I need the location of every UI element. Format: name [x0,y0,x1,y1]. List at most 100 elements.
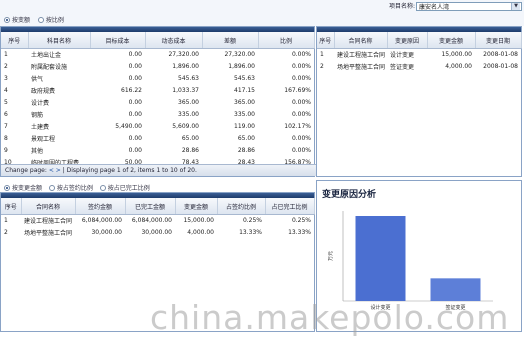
radio-by-done-ratio[interactable] [99,184,106,191]
table-cell: 15,000.00 [175,214,217,227]
table-cell: 土地出让金 [28,48,90,61]
table-cell: 2008-01-08 [475,60,521,73]
change_table-header-cell[interactable]: 序号 [317,32,335,49]
table-cell: 0.00% [258,108,314,121]
table-cell: 2 [1,60,28,73]
table-row[interactable]: 2 附属配套设施 0.00 1,896.00 1,896.00 0.00% [1,60,314,73]
radio-by-done-ratio-label: 按占已完工比例 [107,185,150,192]
table-cell: 供气 [28,72,90,85]
contract_table-header-cell[interactable]: 签约金额 [75,198,126,215]
table-cell: 场地平整施工合同 [334,60,387,73]
pager-prev-next-links[interactable]: < > [49,167,61,174]
table-cell: 0.00 [90,144,145,157]
table-cell: 6 [1,108,28,121]
table-row[interactable]: 1 土地出让金 0.00 27,320.00 27,320.00 0.00% [1,48,314,61]
table-cell: 3 [1,72,28,85]
radio-by-signed-ratio[interactable] [48,184,55,191]
table-row[interactable]: 4 政府规费 616.22 1,033.37 417.15 167.69% [1,84,314,97]
table-cell: 0.00 [90,60,145,73]
chevron-down-icon[interactable]: ▼ [511,3,520,10]
table-cell: 30,000.00 [125,226,175,239]
table-cell: 0.00% [258,48,314,61]
table-row[interactable]: 8 景观工程 0.00 65.00 65.00 0.00% [1,132,314,145]
table-row[interactable]: 5 设计费 0.00 365.00 365.00 0.00% [1,96,314,109]
radio-by-change-amount[interactable] [4,184,10,191]
contract_table-header-cell[interactable]: 已完工金额 [125,198,176,215]
contract_table-header-cell[interactable]: 合同名称 [21,198,76,215]
table-row[interactable]: 2 场地平整施工合同 签证变更 4,000.00 2008-01-08 [317,60,521,73]
table-row[interactable]: 7 土建费 5,490.00 5,609.00 119.00 102.17% [1,120,314,133]
table-cell: 0.00% [258,96,314,109]
table-cell: 167.69% [258,84,314,97]
table-cell: 0.00% [258,144,314,157]
chart-bar[interactable] [355,216,406,301]
table-row[interactable]: 6 钢筋 0.00 335.00 335.00 0.00% [1,108,314,121]
table-cell: 0.00% [258,132,314,145]
table-cell: 545.63 [145,72,202,85]
radio-by-signed-ratio-label: 按占签约比例 [56,185,93,192]
change-table: 序号 合同名称 变更原因 变更金额 变更日期 1 建设工程施工合同 设计变更 15,000.0… [317,32,522,73]
contract_table-header-cell[interactable]: 序号 [1,198,22,215]
table-cell: 建设工程施工合同 [21,214,75,227]
cost_table-header-cell[interactable]: 科目名称 [28,32,91,49]
table-cell: 9 [1,144,28,157]
change_table-header-cell[interactable]: 变更原因 [387,32,428,49]
table-cell: 28.86 [202,144,258,157]
contract_table-header-cell[interactable]: 变更金额 [175,198,218,215]
project-label: 项目名称: [389,3,416,10]
change_table-header-cell[interactable]: 变更日期 [475,32,522,49]
change_table-header-cell[interactable]: 变更金额 [427,32,476,49]
table-cell: 7 [1,120,28,133]
table-cell: 其他 [28,144,90,157]
table-cell: 1 [1,214,21,227]
project-select[interactable]: 康安名人湾 ▼ [416,2,522,11]
change_table-header-cell[interactable]: 合同名称 [334,32,388,49]
cost_table-header-cell[interactable]: 比例 [258,32,315,49]
table-cell: 6,084,000.00 [75,214,125,227]
table-cell: 0.25% [217,214,265,227]
change-table-panel: 序号 合同名称 变更原因 变更金额 变更日期 1 建设工程施工合同 设计变更 15,000.0… [316,26,522,177]
table-cell: 0.00 [90,48,145,61]
table-cell: 2 [1,226,21,239]
table-cell: 0.00% [258,72,314,85]
table-cell: 5 [1,96,28,109]
table-row[interactable]: 1 建设工程施工合同 6,084,000.00 6,084,000.00 15,000.… [1,214,314,227]
table-cell: 0.00% [258,60,314,73]
table-cell: 27,320.00 [145,48,202,61]
contract-table: 序号 合同名称 签约金额 已完工金额 变更金额 占签约比例 占已完工比例 1 建设工程施工合同… [1,198,315,239]
table-cell: 建设工程施工合同 [334,48,387,61]
table-cell: 102.17% [258,120,314,133]
table-cell: 政府规费 [28,84,90,97]
radio-by-change-amount-label: 按变更金额 [12,185,43,192]
table-cell: 土建费 [28,120,90,133]
table-row[interactable]: 2 场地平整施工合同 30,000.00 30,000.00 4,000.00 13.33… [1,226,314,239]
table-row[interactable]: 3 供气 0.00 545.63 545.63 0.00% [1,72,314,85]
table-cell: 65.00 [145,132,202,145]
table-cell: 417.15 [202,84,258,97]
table-cell: 5,609.00 [145,120,202,133]
contract-view-radio-group: 按变更金额 按占签约比例 按占已完工比例 [4,183,150,192]
table-row[interactable]: 1 建设工程施工合同 设计变更 15,000.00 2008-01-08 [317,48,521,61]
pager-prefix: Change page: [5,167,47,174]
table-cell: 8 [1,132,28,145]
contract_table-header-cell[interactable]: 占已完工比例 [265,198,315,215]
table-cell: 场地平整施工合同 [21,226,75,239]
y-axis-label: 万元 [328,251,334,261]
cost_table-header-cell[interactable]: 目标成本 [90,32,146,49]
radio-by-ratio[interactable] [37,16,44,23]
cost_table-header-cell[interactable]: 序号 [1,32,29,49]
table-cell: 附属配套设施 [28,60,90,73]
table-row[interactable]: 9 其他 0.00 28.86 28.86 0.00% [1,144,314,157]
pager-info: | Displaying page 1 of 2, items 1 to 10 … [62,167,197,174]
watermark: china.makepolo.com [150,298,510,337]
radio-by-amount-label: 按变额 [12,17,31,24]
contract_table-header-cell[interactable]: 占签约比例 [217,198,266,215]
radio-by-amount[interactable] [4,16,10,23]
table-cell: 119.00 [202,120,258,133]
table-cell: 15,000.00 [427,48,475,61]
table-cell: 2 [317,60,334,73]
cost_table-header-cell[interactable]: 差额 [202,32,259,49]
table-cell: 设计费 [28,96,90,109]
table-cell: 1,896.00 [145,60,202,73]
cost_table-header-cell[interactable]: 动态成本 [145,32,203,49]
